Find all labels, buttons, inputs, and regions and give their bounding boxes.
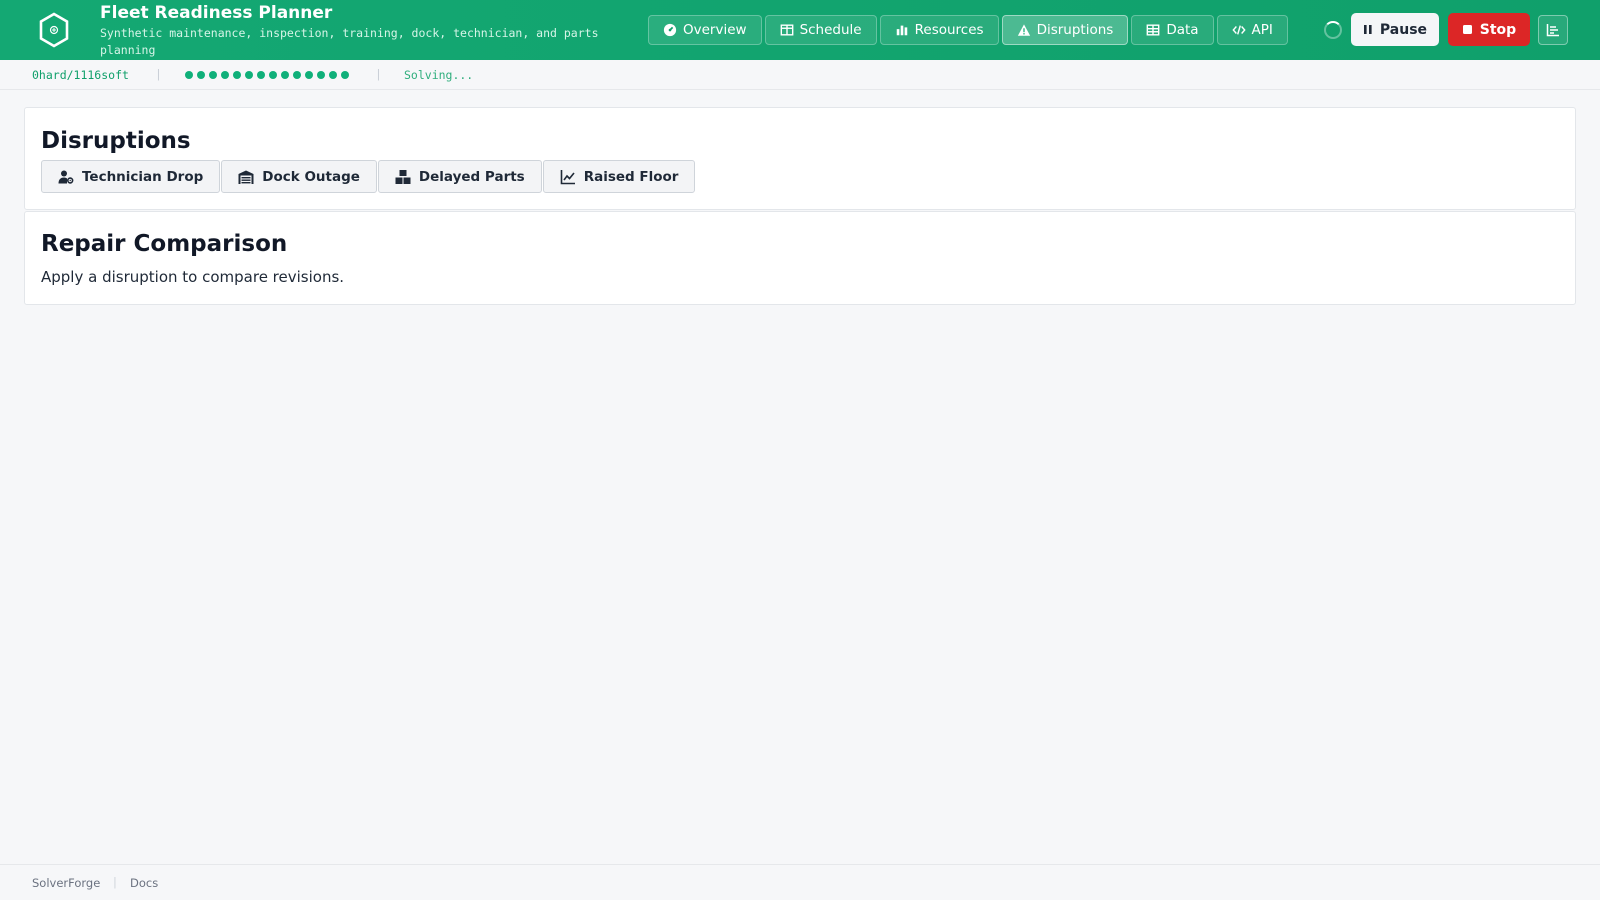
- page-footer: SolverForge | Docs: [0, 864, 1600, 900]
- disruptions-card: Disruptions Technician Drop Dock Outage …: [24, 107, 1576, 210]
- repair-comparison-heading: Repair Comparison: [41, 231, 288, 257]
- tab-data[interactable]: Data: [1131, 15, 1214, 45]
- analysis-chart-button[interactable]: [1538, 15, 1568, 45]
- delayed-parts-label: Delayed Parts: [418, 168, 525, 185]
- solving-spinner-icon: [1324, 21, 1342, 39]
- tab-resources-label: Resources: [914, 22, 984, 38]
- pause-button[interactable]: Pause: [1351, 13, 1439, 46]
- warehouse-icon: [238, 170, 254, 184]
- progress-dot: [185, 71, 193, 79]
- progress-dot: [293, 71, 301, 79]
- pause-label: Pause: [1379, 21, 1428, 38]
- status-divider: |: [375, 67, 382, 81]
- technician-drop-button[interactable]: Technician Drop: [41, 160, 221, 193]
- table-icon: [1146, 24, 1160, 36]
- progress-dot: [221, 71, 229, 79]
- score-readout: 0hard/1116soft: [32, 68, 129, 82]
- status-bar: 0hard/1116soft | | Solving...: [0, 60, 1600, 90]
- app-logo-icon: [37, 12, 71, 48]
- progress-dot: [329, 71, 337, 79]
- status-divider: |: [155, 67, 162, 81]
- line-chart-icon: [560, 169, 575, 184]
- footer-divider: |: [113, 875, 117, 889]
- tab-disruptions-label: Disruptions: [1036, 22, 1114, 38]
- progress-dot: [269, 71, 277, 79]
- progress-dot: [305, 71, 313, 79]
- tab-overview[interactable]: Overview: [648, 15, 762, 45]
- progress-dot: [233, 71, 241, 79]
- tab-resources[interactable]: Resources: [879, 15, 999, 45]
- bar-chart-icon: [896, 25, 907, 36]
- repair-comparison-message: Apply a disruption to compare revisions.: [41, 268, 345, 286]
- warning-icon: [1017, 24, 1030, 36]
- technician-drop-label: Technician Drop: [82, 168, 204, 185]
- tab-schedule[interactable]: Schedule: [764, 15, 877, 45]
- dashboard-icon: [663, 23, 677, 37]
- progress-dot: [197, 71, 205, 79]
- progress-dot: [257, 71, 265, 79]
- pause-icon: [1363, 25, 1372, 34]
- progress-dot: [209, 71, 217, 79]
- progress-dot: [341, 71, 349, 79]
- app-header: Fleet Readiness Planner Synthetic mainte…: [0, 0, 1600, 60]
- footer-docs-link[interactable]: Docs: [130, 876, 158, 890]
- app-title: Fleet Readiness Planner: [100, 3, 333, 23]
- tab-overview-label: Overview: [683, 22, 747, 38]
- disruptions-heading: Disruptions: [41, 128, 191, 154]
- footer-brand-link[interactable]: SolverForge: [32, 876, 100, 890]
- stop-icon: [1462, 25, 1472, 34]
- stop-button[interactable]: Stop: [1448, 13, 1530, 46]
- stop-label: Stop: [1479, 21, 1517, 38]
- tab-api[interactable]: API: [1216, 15, 1288, 45]
- tab-disruptions[interactable]: Disruptions: [1001, 15, 1129, 45]
- progress-dot: [245, 71, 253, 79]
- delayed-parts-button[interactable]: Delayed Parts: [377, 160, 542, 193]
- columns-icon: [780, 24, 793, 36]
- progress-dots: [185, 71, 349, 79]
- chart-icon: [1546, 24, 1559, 37]
- boxes-icon: [395, 169, 411, 184]
- main-tabs: Overview Schedule Resources Disruptions …: [648, 15, 1288, 45]
- dock-outage-button[interactable]: Dock Outage: [221, 160, 377, 193]
- code-icon: [1231, 25, 1246, 35]
- user-cog-icon: [58, 170, 74, 184]
- brand-block: Fleet Readiness Planner Synthetic mainte…: [100, 2, 620, 59]
- raised-floor-button[interactable]: Raised Floor: [542, 160, 696, 193]
- repair-comparison-card: Repair Comparison Apply a disruption to …: [24, 211, 1576, 305]
- progress-dot: [317, 71, 325, 79]
- dock-outage-label: Dock Outage: [262, 168, 360, 185]
- tab-api-label: API: [1251, 22, 1273, 38]
- solver-status-text: Solving...: [404, 68, 474, 82]
- progress-dot: [281, 71, 289, 79]
- tab-schedule-label: Schedule: [799, 22, 862, 38]
- disruption-buttons: Technician Drop Dock Outage Delayed Part…: [41, 160, 696, 193]
- app-subtitle: Synthetic maintenance, inspection, train…: [100, 26, 599, 57]
- raised-floor-label: Raised Floor: [583, 168, 679, 185]
- tab-data-label: Data: [1166, 22, 1199, 38]
